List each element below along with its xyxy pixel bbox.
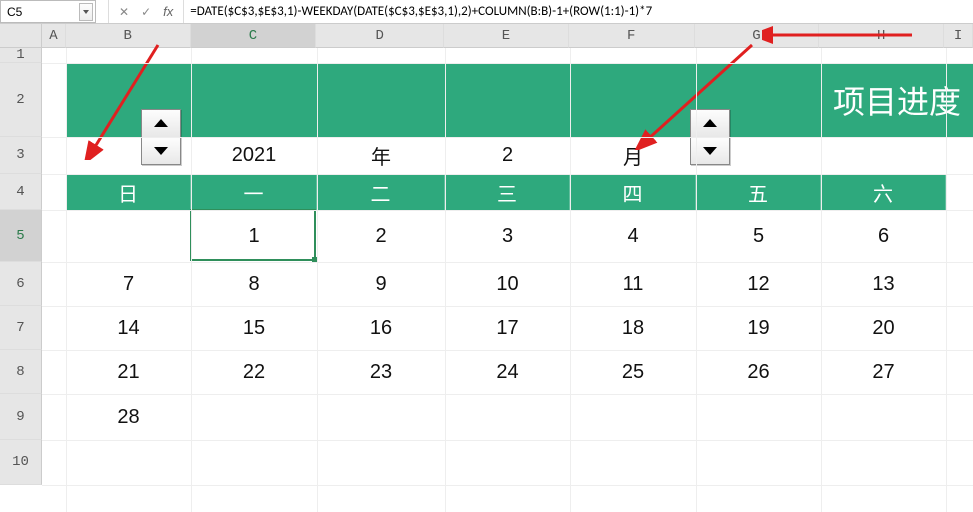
calendar-cell[interactable]: 24	[445, 350, 570, 394]
select-all-corner[interactable]	[0, 24, 42, 48]
calendar-cell[interactable]: 9	[317, 262, 445, 306]
weekday-header-6[interactable]: 六	[821, 174, 946, 210]
calendar-cell[interactable]	[445, 394, 570, 440]
cancel-icon[interactable]: ✕	[119, 5, 129, 19]
spreadsheet-grid: ABCDEFGHI 12345678910 项目进度 2021 年 2 月 日一…	[0, 24, 973, 512]
calendar-cell[interactable]: 25	[570, 350, 696, 394]
cell-H3[interactable]	[821, 137, 946, 174]
name-box-dropdown[interactable]	[79, 3, 93, 21]
formula-input[interactable]: =DATE($C$3,$E$3,1)-WEEKDAY(DATE($C$3,$E$…	[184, 0, 973, 23]
name-box[interactable]: C5	[0, 0, 96, 23]
row-header-4[interactable]: 4	[0, 174, 42, 210]
calendar-cell[interactable]: 28	[66, 394, 191, 440]
weekday-header-row: 日一二三四五六	[66, 174, 973, 210]
calendar-cell[interactable]	[66, 210, 191, 262]
calendar-cell[interactable]: 19	[696, 306, 821, 350]
calendar-cell[interactable]	[696, 394, 821, 440]
year-month-row: 2021 年 2 月	[66, 137, 973, 174]
formula-bar: C5 ✕ ✓ fx =DATE($C$3,$E$3,1)-WEEKDAY(DAT…	[0, 0, 973, 24]
calendar-cell[interactable]: 16	[317, 306, 445, 350]
row-header-8[interactable]: 8	[0, 350, 42, 394]
calendar-cell[interactable]: 18	[570, 306, 696, 350]
calendar-cell[interactable]: 20	[821, 306, 946, 350]
calendar-cell[interactable]: 6	[821, 210, 946, 262]
year-spinner-up[interactable]	[142, 110, 180, 138]
calendar-cell[interactable]	[821, 394, 946, 440]
calendar-cell[interactable]: 26	[696, 350, 821, 394]
calendar-cell[interactable]: 22	[191, 350, 317, 394]
calendar-cell[interactable]	[191, 394, 317, 440]
row-header-6[interactable]: 6	[0, 262, 42, 306]
cell-F3-month-suffix[interactable]: 月	[570, 137, 696, 174]
calendar-cell[interactable]: 15	[191, 306, 317, 350]
formula-text: =DATE($C$3,$E$3,1)-WEEKDAY(DATE($C$3,$E$…	[190, 4, 652, 19]
col-header-B[interactable]: B	[66, 24, 191, 48]
calendar-cell[interactable]: 3	[445, 210, 570, 262]
row-header-3[interactable]: 3	[0, 137, 42, 174]
cell-E3-month[interactable]: 2	[445, 137, 570, 174]
calendar-row-1: 123456	[66, 210, 973, 262]
calendar-cell[interactable]	[317, 394, 445, 440]
row-header-1[interactable]: 1	[0, 48, 42, 63]
row-header-9[interactable]: 9	[0, 394, 42, 440]
calendar-cell[interactable]: 17	[445, 306, 570, 350]
row-header-2[interactable]: 2	[0, 63, 42, 137]
year-spinner-down[interactable]	[142, 138, 180, 165]
col-header-F[interactable]: F	[569, 24, 695, 48]
calendar-row-5: 28	[66, 394, 973, 440]
calendar-cell[interactable]: 1	[191, 210, 317, 262]
calendar-cell[interactable]	[570, 394, 696, 440]
calendar-cell[interactable]: 2	[317, 210, 445, 262]
cell-C3-year[interactable]: 2021	[191, 137, 317, 174]
calendar-cell[interactable]: 4	[570, 210, 696, 262]
calendar-cell[interactable]: 27	[821, 350, 946, 394]
weekday-header-1[interactable]: 一	[191, 174, 317, 210]
formula-bar-buttons: ✕ ✓ fx	[108, 0, 184, 23]
fx-icon[interactable]: fx	[163, 4, 173, 19]
calendar-cell[interactable]: 7	[66, 262, 191, 306]
weekday-header-2[interactable]: 二	[317, 174, 445, 210]
calendar-cell[interactable]: 21	[66, 350, 191, 394]
row-header-7[interactable]: 7	[0, 306, 42, 350]
calendar-row-2: 78910111213	[66, 262, 973, 306]
weekday-header-0[interactable]: 日	[66, 174, 191, 210]
calendar-row-4: 21222324252627	[66, 350, 973, 394]
calendar-cell[interactable]: 8	[191, 262, 317, 306]
name-box-value: C5	[7, 5, 22, 19]
calendar-cell[interactable]: 11	[570, 262, 696, 306]
calendar-cell[interactable]: 23	[317, 350, 445, 394]
col-header-D[interactable]: D	[316, 24, 444, 48]
confirm-icon[interactable]: ✓	[141, 5, 151, 19]
col-header-E[interactable]: E	[444, 24, 569, 48]
calendar-cell[interactable]: 12	[696, 262, 821, 306]
row-header-column: 12345678910	[0, 48, 42, 512]
row-header-10[interactable]: 10	[0, 440, 42, 485]
weekday-header-3[interactable]: 三	[445, 174, 570, 210]
col-header-H[interactable]: H	[819, 24, 944, 48]
calendar-cell[interactable]: 13	[821, 262, 946, 306]
col-header-C[interactable]: C	[191, 24, 317, 48]
calendar-row-3: 14151617181920	[66, 306, 973, 350]
weekday-header-5[interactable]: 五	[696, 174, 821, 210]
row-header-5[interactable]: 5	[0, 210, 42, 262]
calendar-cell[interactable]: 5	[696, 210, 821, 262]
cell-D3-year-suffix[interactable]: 年	[317, 137, 445, 174]
title-text: 项目进度	[821, 63, 973, 137]
col-header-G[interactable]: G	[695, 24, 820, 48]
col-header-A[interactable]: A	[42, 24, 66, 48]
cells-area[interactable]: 项目进度 2021 年 2 月 日一二三四五六 1234567891011121…	[42, 48, 973, 512]
column-header-row: ABCDEFGHI	[0, 24, 973, 48]
weekday-header-4[interactable]: 四	[570, 174, 696, 210]
col-header-I[interactable]: I	[944, 24, 973, 48]
calendar-cell[interactable]: 10	[445, 262, 570, 306]
calendar-cell[interactable]: 14	[66, 306, 191, 350]
